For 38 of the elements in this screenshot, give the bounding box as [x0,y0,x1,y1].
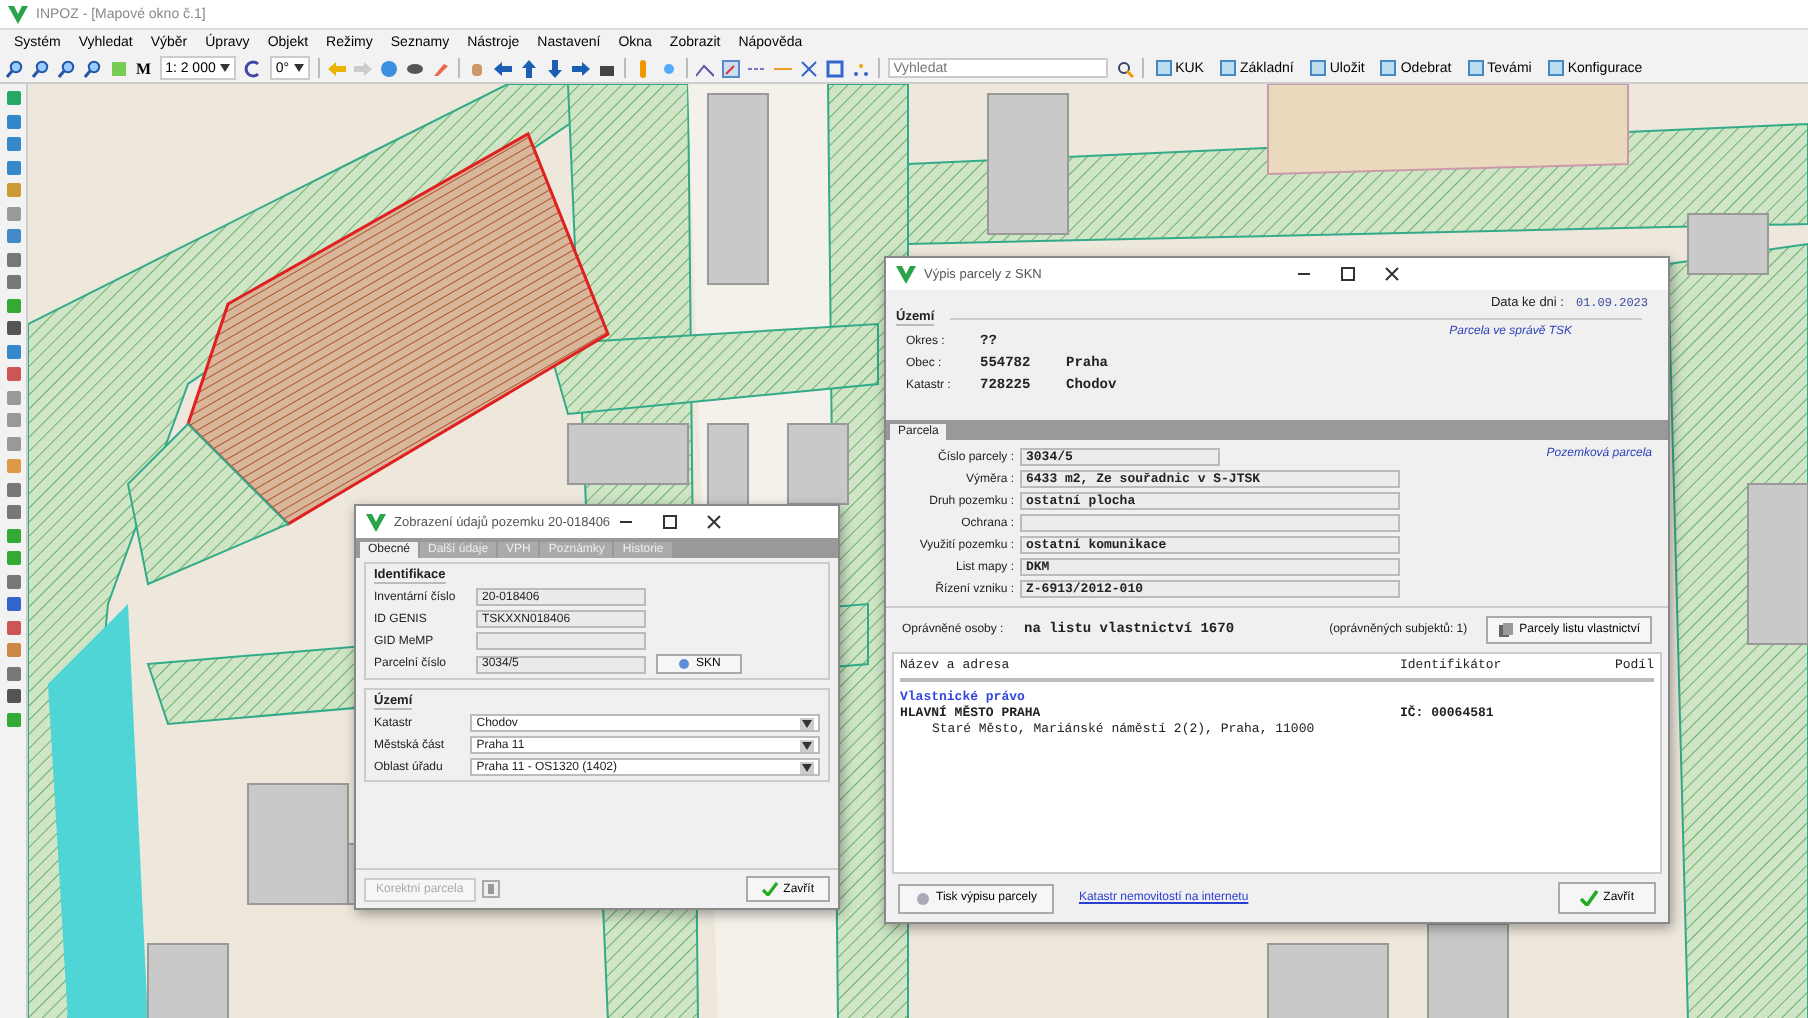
window-icon [1219,60,1236,76]
rotate-icon[interactable] [243,59,262,77]
caret-icon[interactable] [219,64,230,72]
check-icon [1579,890,1598,906]
zoom-icon[interactable] [58,59,76,77]
window-icon [1547,60,1564,76]
maximize-icon[interactable] [662,514,679,530]
close-icon[interactable] [1383,266,1399,282]
zoom-icon[interactable] [84,59,102,77]
line-icon[interactable] [695,59,714,77]
documents-icon [1497,622,1514,638]
square-icon[interactable] [825,59,844,77]
brush-icon[interactable] [431,59,450,77]
maximize-icon[interactable] [1339,266,1355,282]
check-icon [761,882,778,896]
zoom-icon[interactable] [6,59,24,77]
caret-icon[interactable] [802,741,812,749]
logo-icon [8,5,28,23]
window-icon [1467,60,1484,76]
logo-icon [366,513,386,531]
window-icon [1155,60,1172,76]
zoom-icon[interactable] [32,59,50,77]
close-icon[interactable] [706,514,723,530]
input-field[interactable] [476,632,646,650]
dots-icon[interactable] [851,59,870,77]
search-icon[interactable] [1115,59,1134,77]
caret-icon[interactable] [802,763,812,771]
input-field[interactable] [1020,514,1400,532]
window-icon [1309,60,1326,76]
caret-icon[interactable] [293,64,304,72]
dot-icon[interactable] [659,59,678,77]
cross-icon[interactable] [799,59,818,77]
window-icon [1380,60,1397,76]
logo-icon [896,265,916,283]
m-label[interactable]: M [136,59,152,77]
select-icon[interactable] [721,59,740,77]
caret-icon[interactable] [802,719,812,727]
circle-icon [678,658,690,670]
